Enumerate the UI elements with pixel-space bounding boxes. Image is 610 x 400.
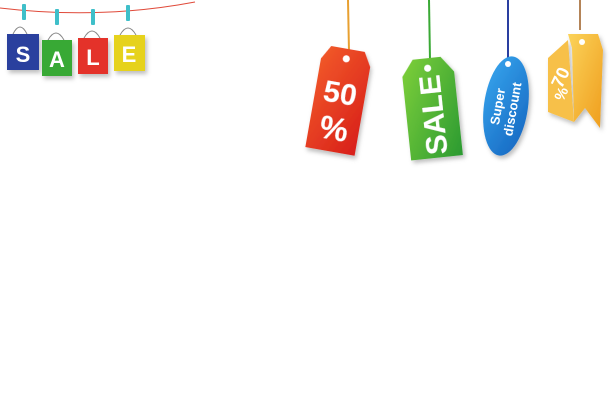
clothespin-icon [55,9,59,25]
clothespin-icon [22,4,26,20]
bag-l: L [78,9,108,74]
tag-50-percent: 50 % [305,46,371,156]
bag-e: E [114,5,145,71]
tag-70-percent: 70 % [547,34,603,128]
bag-letter: L [86,45,99,70]
tag-super-discount: Super discount [483,56,529,156]
tag-string [347,0,350,53]
tag-sale: SALE [402,56,463,161]
clothespin-icon [91,9,95,25]
bag-letter: A [49,47,65,72]
bag-a: A [42,9,72,76]
clothespin-icon [126,5,130,21]
clothes-line [0,1,196,14]
bag-letter: E [122,42,137,67]
tag-number: 50 [321,75,360,113]
tag-hole [579,39,585,45]
tag-hole [505,61,511,67]
tag-string [428,0,431,61]
sale-banner-scene: S A L E 50 % SALE Super discount 70 % [0,0,603,161]
bag-s: S [7,4,39,70]
bag-letter: S [16,42,31,67]
